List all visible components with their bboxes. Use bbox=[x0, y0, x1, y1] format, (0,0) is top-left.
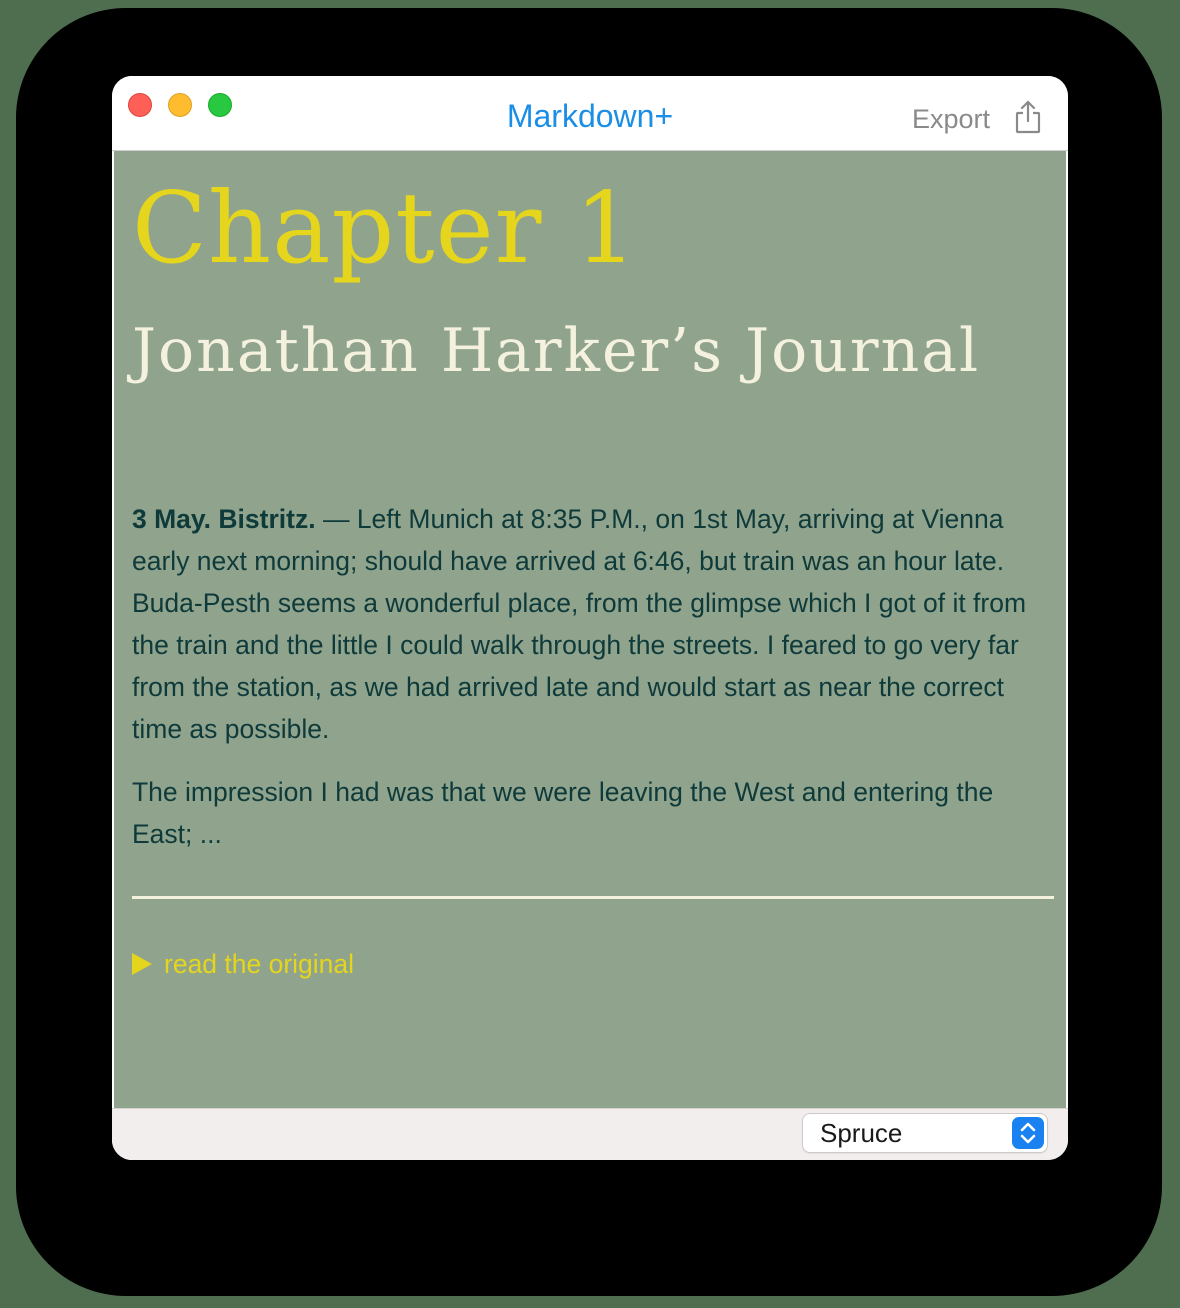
share-icon[interactable] bbox=[1014, 100, 1042, 134]
theme-select[interactable]: Spruce bbox=[803, 1114, 1047, 1152]
heading-journal: Jonathan Harker’s Journal bbox=[132, 316, 981, 386]
app-window: Markdown+ Export Chapter 1 Jonathan Hark… bbox=[112, 76, 1068, 1160]
disclosure-summary[interactable]: read the original bbox=[164, 949, 354, 979]
horizontal-rule bbox=[132, 896, 1054, 899]
paragraph-1: 3 May. Bistritz. — Left Munich at 8:35 P… bbox=[132, 498, 1057, 750]
theme-select-value[interactable]: Spruce bbox=[820, 1114, 902, 1152]
markdown-preview: Chapter 1 Jonathan Harker’s Journal 3 Ma… bbox=[114, 151, 1066, 1108]
disclosure-triangle-icon[interactable] bbox=[132, 953, 152, 975]
chevron-up-down-icon[interactable] bbox=[1012, 1117, 1044, 1149]
read-original-disclosure[interactable]: read the original bbox=[132, 944, 354, 984]
paragraph-2: The impression I had was that we were le… bbox=[132, 777, 994, 849]
paragraph-1-date: 3 May. Bistritz. bbox=[132, 504, 316, 534]
export-button[interactable]: Export bbox=[912, 100, 990, 138]
heading-chapter: Chapter 1 bbox=[132, 172, 638, 286]
paragraph-1-text: — Left Munich at 8:35 P.M., on 1st May, … bbox=[132, 504, 1027, 744]
bottom-bar: Spruce bbox=[112, 1108, 1068, 1160]
title-bar: Markdown+ Export bbox=[112, 76, 1068, 151]
